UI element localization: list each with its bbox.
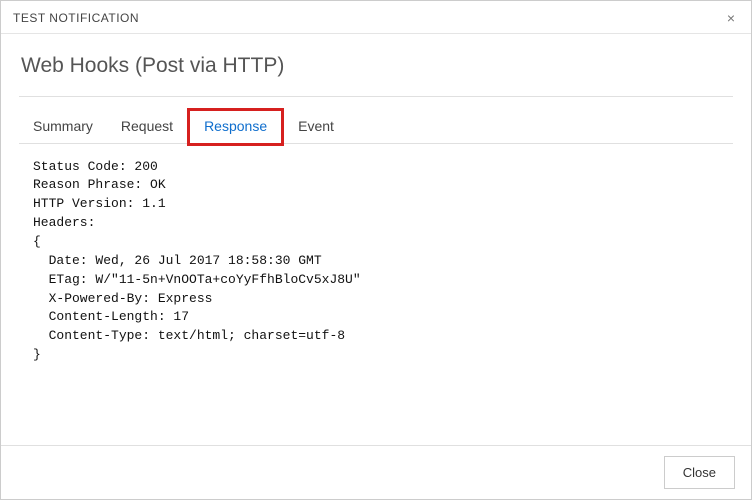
modal-title: TEST NOTIFICATION [13, 11, 139, 25]
tab-event[interactable]: Event [284, 111, 348, 143]
page-title: Web Hooks (Post via HTTP) [19, 46, 733, 97]
modal-content: Web Hooks (Post via HTTP) Summary Reques… [1, 34, 751, 445]
close-button[interactable]: Close [664, 456, 735, 489]
tab-request[interactable]: Request [107, 111, 187, 143]
test-notification-modal: TEST NOTIFICATION × Web Hooks (Post via … [0, 0, 752, 500]
tab-response[interactable]: Response [187, 108, 284, 146]
tab-summary[interactable]: Summary [19, 111, 107, 143]
tab-bar: Summary Request Response Event [19, 111, 733, 144]
close-icon[interactable]: × [723, 9, 739, 27]
titlebar: TEST NOTIFICATION × [1, 1, 751, 34]
modal-footer: Close [1, 445, 751, 499]
response-body: Status Code: 200 Reason Phrase: OK HTTP … [19, 144, 733, 445]
